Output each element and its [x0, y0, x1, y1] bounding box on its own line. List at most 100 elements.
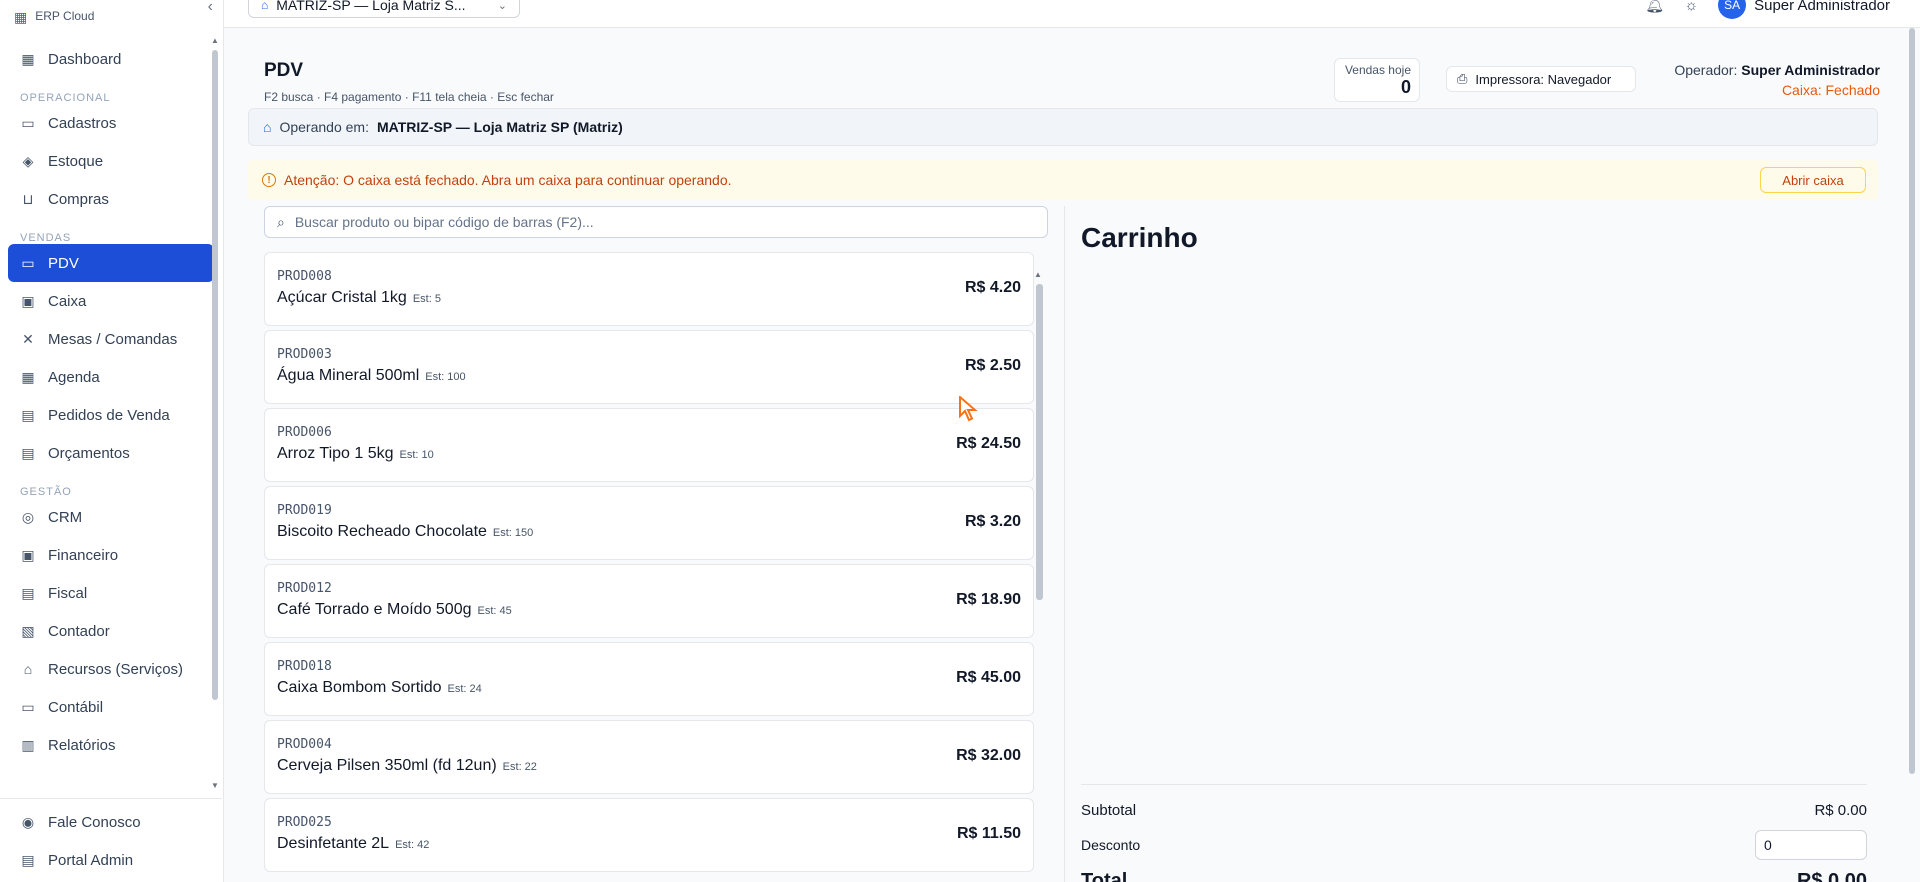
calendar-icon: ▦: [21, 368, 35, 385]
sidebar-item-contabil[interactable]: ▭ Contábil: [8, 688, 214, 726]
topbar: ⌂ MATRIZ-SP — Loja Matriz S... ⌄ 🔔︎ ☼ SA…: [224, 0, 1920, 28]
product-card[interactable]: PROD018 Caixa Bombom Sortido Est: 24 R$ 45.…: [264, 642, 1034, 716]
dashboard-icon: ▦: [21, 50, 35, 67]
search-input[interactable]: [294, 214, 1015, 230]
scrollbar-thumb[interactable]: [212, 50, 218, 700]
product-name: Açúcar Cristal 1kg: [277, 289, 407, 306]
sidebar-item-compras[interactable]: ⊔ Compras: [8, 180, 214, 218]
bell-icon[interactable]: 🔔︎: [1645, 0, 1664, 14]
chevron-down-icon: ⌄: [497, 0, 507, 12]
product-search[interactable]: ⌕: [264, 206, 1048, 238]
product-card[interactable]: PROD003 Água Mineral 500ml Est: 100 R$ 2.50: [264, 330, 1034, 404]
sidebar-item-portal-admin[interactable]: ▤ Portal Admin: [8, 841, 214, 879]
product-list-scrollbar[interactable]: ▲: [1034, 270, 1044, 882]
cart-title: Carrinho: [1081, 222, 1198, 253]
scroll-up-arrow-icon[interactable]: ▲: [211, 36, 219, 45]
store-select-value: MATRIZ-SP — Loja Matriz S...: [276, 0, 466, 13]
sidebar-item-caixa[interactable]: ▣ Caixa: [8, 282, 214, 320]
product-price: R$ 18.90: [956, 591, 1021, 608]
product-name: Café Torrado e Moído 500g: [277, 601, 472, 618]
sidebar-item-label: Agenda: [48, 368, 100, 386]
product-card[interactable]: PROD012 Café Torrado e Moído 500g Est: 45 R…: [264, 564, 1034, 638]
sidebar-item-crm[interactable]: ◎ CRM: [8, 498, 214, 536]
sidebar-item-pdv[interactable]: ▭ PDV: [8, 244, 214, 282]
sidebar-item-label: PDV: [48, 254, 79, 272]
store-select[interactable]: ⌂ MATRIZ-SP — Loja Matriz S... ⌄: [248, 0, 520, 18]
product-panel: ⌕ PROD008 Açúcar Cristal 1kg Est: 5 R$ 4.20…: [264, 206, 1048, 882]
collapse-sidebar-icon[interactable]: ‹: [208, 0, 213, 15]
book-icon: ▭: [21, 698, 35, 715]
sidebar-item-label: Contador: [48, 622, 110, 640]
sidebar-item-estoque[interactable]: ◈ Estoque: [8, 142, 214, 180]
sidebar-item-label: Caixa: [48, 292, 87, 310]
product-card[interactable]: PROD025 Desinfetante 2L Est: 42 R$ 11.50: [264, 798, 1034, 872]
subtotal-row: Subtotal R$ 0.00: [1081, 802, 1867, 819]
sidebar-item-label: Cadastros: [48, 114, 117, 132]
product-name: Biscoito Recheado Chocolate: [277, 523, 487, 540]
sidebar-item-cadastros[interactable]: ▭ Cadastros: [8, 104, 214, 142]
sidebar: ▦ ERP Cloud ‹ ▦ Dashboard OPERACIONAL ▭ …: [0, 0, 224, 882]
page-scrollbar[interactable]: [1908, 28, 1916, 774]
sidebar-scrollbar[interactable]: ▲ ▼: [211, 36, 219, 790]
printer-label: Impressora: Navegador: [1475, 71, 1612, 87]
sidebar-item-label: Dashboard: [48, 50, 122, 68]
discount-input[interactable]: [1755, 830, 1867, 860]
bar-chart-icon: ▥: [21, 736, 35, 753]
product-stock: Est: 5: [412, 293, 441, 305]
sales-today-label: Vendas hoje: [1344, 63, 1411, 77]
sidebar-item-contador[interactable]: ▧ Contador: [8, 612, 214, 650]
wallet-icon: ▣: [21, 292, 35, 309]
user-menu[interactable]: SA Super Administrador: [1718, 0, 1890, 19]
total-value: R$ 0.00: [1796, 870, 1867, 882]
scroll-down-arrow-icon[interactable]: ▼: [211, 781, 219, 790]
sun-icon[interactable]: ☼: [1684, 0, 1698, 14]
sidebar-item-fale-conosco[interactable]: ◉ Fale Conosco: [8, 803, 214, 841]
sidebar-item-fiscal[interactable]: ▤ Fiscal: [8, 574, 214, 612]
caixa-status: Caixa: Fechado: [1781, 82, 1880, 98]
scrollbar-thumb[interactable]: [1909, 28, 1915, 774]
scroll-up-arrow-icon[interactable]: ▲: [1034, 270, 1042, 279]
printer-button[interactable]: ⎙ Impressora: Navegador: [1446, 66, 1636, 92]
scrollbar-thumb[interactable]: [1036, 284, 1043, 600]
product-name: Água Mineral 500ml: [277, 367, 420, 384]
sidebar-item-label: Compras: [48, 190, 109, 208]
open-caixa-button[interactable]: Abrir caixa: [1760, 167, 1866, 193]
sidebar-item-label: CRM: [48, 508, 83, 526]
product-card[interactable]: PROD004 Cerveja Pilsen 350ml (fd 12un) Est…: [264, 720, 1034, 794]
total-row: Total R$ 0.00: [1081, 870, 1867, 882]
sidebar-item-orcamentos[interactable]: ▤ Orçamentos: [8, 434, 214, 472]
product-name: Cerveja Pilsen 350ml (fd 12un): [277, 757, 497, 774]
main-content: PDV F2 busca · F4 pagamento · F11 tela c…: [224, 28, 1920, 882]
avatar: SA: [1718, 0, 1747, 19]
sidebar-item-recursos[interactable]: ⌂ Recursos (Serviços): [8, 650, 214, 688]
warning-text: Atenção: O caixa está fechado. Abra um c…: [284, 172, 732, 188]
operating-label: Operando em:: [279, 119, 369, 135]
product-code: PROD019: [277, 503, 332, 518]
sidebar-item-label: Fale Conosco: [48, 813, 141, 831]
subtotal-label: Subtotal: [1081, 802, 1137, 819]
product-code: PROD004: [277, 737, 332, 752]
product-price: R$ 2.50: [964, 357, 1021, 374]
sidebar-item-financeiro[interactable]: ▣ Financeiro: [8, 536, 214, 574]
product-stock: Est: 42: [395, 839, 430, 851]
product-stock: Est: 150: [492, 527, 534, 539]
operating-store: MATRIZ-SP — Loja Matriz SP (Matriz): [376, 119, 623, 135]
search-icon: ⌕: [277, 213, 285, 230]
sidebar-item-dashboard[interactable]: ▦ Dashboard: [8, 40, 214, 78]
product-price: R$ 3.20: [964, 513, 1021, 530]
operator-name: Super Administrador: [1741, 62, 1880, 78]
brand: ▦ ERP Cloud: [14, 0, 214, 24]
product-card[interactable]: PROD006 Arroz Tipo 1 5kg Est: 10 R$ 24.50: [264, 408, 1034, 482]
book-icon: ▭: [21, 114, 35, 131]
page-title: PDV: [264, 60, 304, 81]
sidebar-item-relatorios[interactable]: ▥ Relatórios: [8, 726, 214, 764]
sidebar-item-mesas[interactable]: ✕ Mesas / Comandas: [8, 320, 214, 358]
printer-icon: ⎙: [1457, 71, 1468, 86]
product-card[interactable]: PROD008 Açúcar Cristal 1kg Est: 5 R$ 4.20: [264, 252, 1034, 326]
product-card[interactable]: PROD019 Biscoito Recheado Chocolate Est: 1…: [264, 486, 1034, 560]
sidebar-item-pedidos[interactable]: ▤ Pedidos de Venda: [8, 396, 214, 434]
sidebar-item-agenda[interactable]: ▦ Agenda: [8, 358, 214, 396]
closed-caixa-warning: ! Atenção: O caixa está fechado. Abra um…: [248, 160, 1878, 200]
product-price: R$ 4.20: [964, 279, 1021, 296]
sales-today-card: Vendas hoje 0: [1334, 58, 1420, 102]
